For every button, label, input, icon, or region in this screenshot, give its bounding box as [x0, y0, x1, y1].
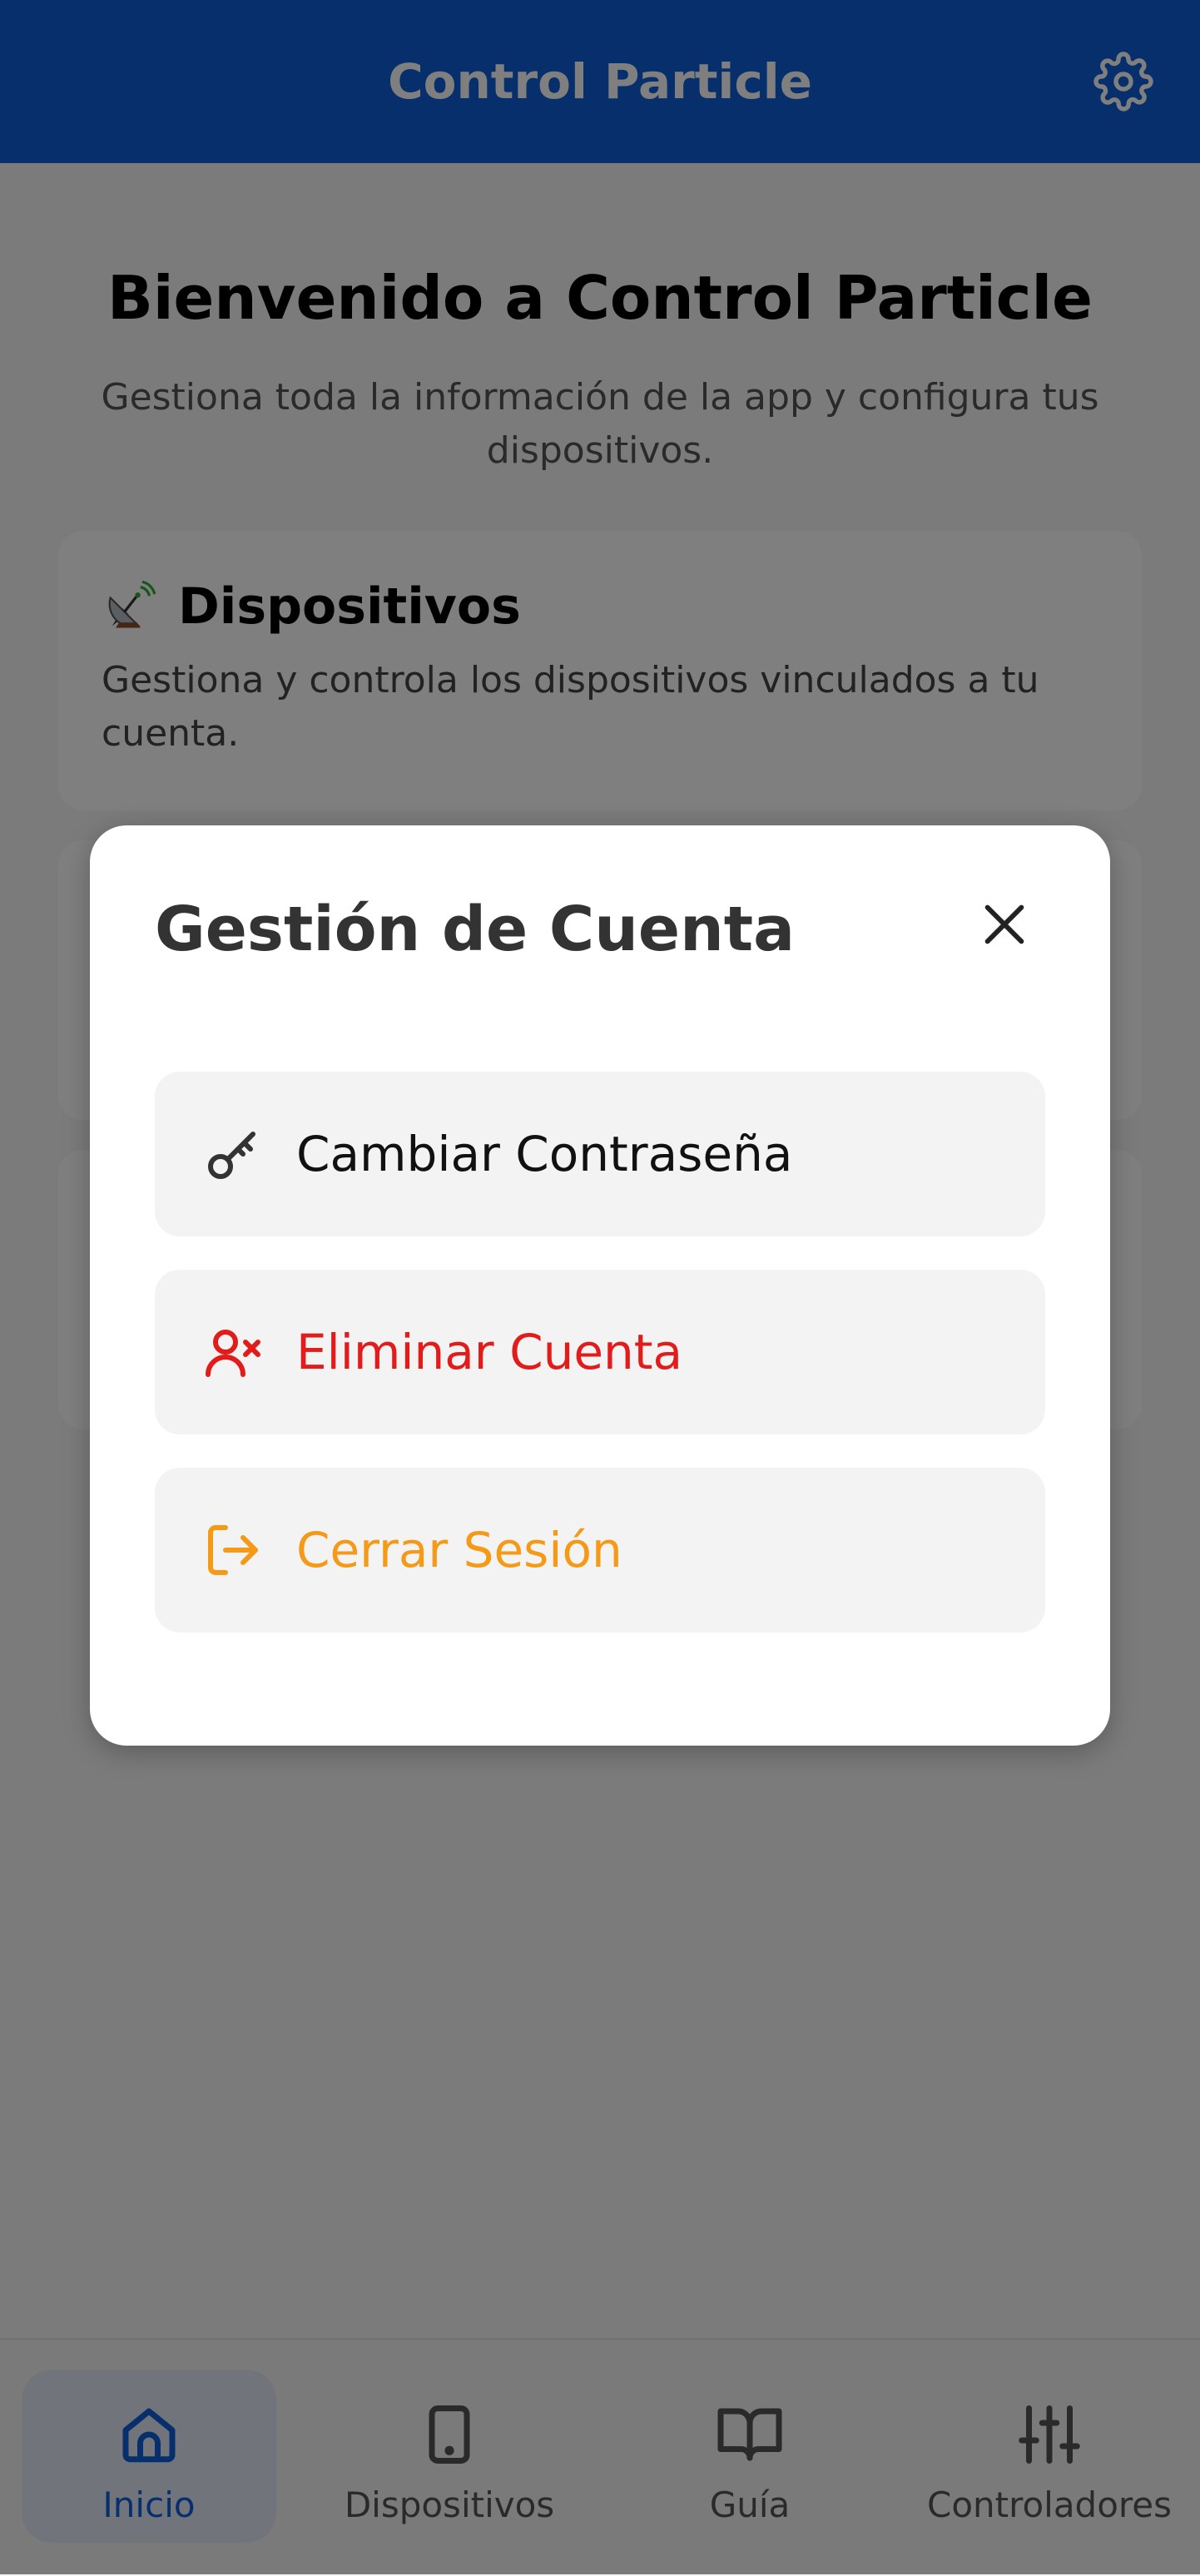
key-icon — [208, 1132, 255, 1179]
logout-button[interactable]: Cerrar Sesión — [155, 1468, 1045, 1632]
modal-title: Gestión de Cuenta — [155, 894, 796, 965]
delete-account-label: Eliminar Cuenta — [296, 1324, 683, 1380]
close-icon[interactable] — [975, 895, 1034, 954]
change-password-label: Cambiar Contraseña — [296, 1126, 793, 1182]
logout-icon — [208, 1525, 258, 1575]
account-management-modal: Gestión de Cuenta Cambiar Contraseña Eli… — [90, 825, 1110, 1746]
change-password-button[interactable]: Cambiar Contraseña — [155, 1072, 1045, 1236]
user-remove-icon — [206, 1330, 260, 1377]
delete-account-button[interactable]: Eliminar Cuenta — [155, 1270, 1045, 1434]
logout-label: Cerrar Sesión — [296, 1522, 622, 1578]
